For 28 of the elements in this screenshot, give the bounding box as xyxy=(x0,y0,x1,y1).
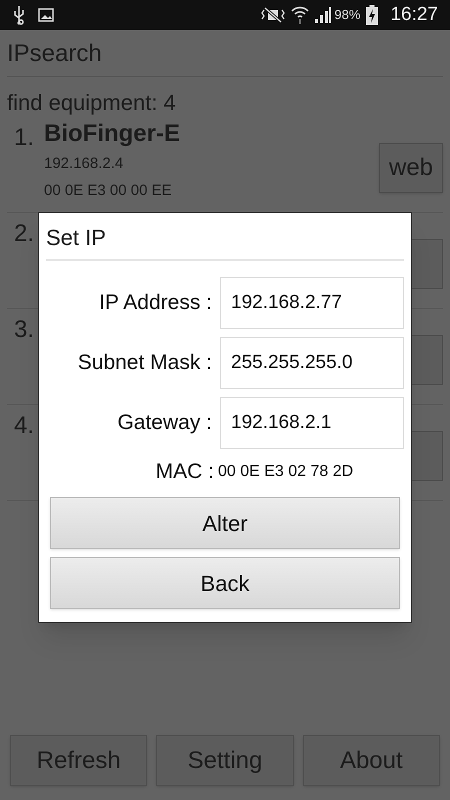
device-number: 4. xyxy=(14,411,36,436)
signal-icon xyxy=(314,6,332,24)
device-mac: 00 0E E3 00 00 EE xyxy=(44,180,172,200)
ip-input-field[interactable]: 192.168.2.77 xyxy=(220,277,404,329)
app-title: IPsearch xyxy=(7,40,103,69)
battery-charging-icon xyxy=(366,5,378,25)
battery-percent: 98% xyxy=(334,6,360,24)
mac-label: MAC : xyxy=(156,459,214,486)
ip-input-field[interactable]: 255.255.255.0 xyxy=(220,337,404,389)
wifi-icon xyxy=(290,5,310,25)
field-label: Subnet Mask : xyxy=(78,350,212,376)
equipment-count: find equipment: 4 xyxy=(7,89,177,117)
field-label: IP Address : xyxy=(99,290,212,316)
dialog-button[interactable]: Alter xyxy=(50,497,400,549)
device-name: BioFinger-E xyxy=(44,120,180,148)
device-ip: 192.168.2.4 xyxy=(44,154,124,174)
device-number: 2. xyxy=(14,219,36,244)
device-number: 1. xyxy=(14,123,36,148)
clock: 16:27 xyxy=(390,2,438,27)
ip-input-field[interactable]: 192.168.2.1 xyxy=(220,397,404,449)
dialog-title: Set IP xyxy=(46,224,106,252)
mac-value: 00 0E E3 02 78 2D xyxy=(218,462,354,482)
dialog-button[interactable]: Back xyxy=(50,557,400,609)
usb-icon xyxy=(12,5,26,25)
vibrate-mute-icon xyxy=(260,6,286,24)
device-number: 3. xyxy=(14,315,36,340)
field-label: Gateway : xyxy=(117,410,212,436)
image-icon xyxy=(38,8,54,22)
